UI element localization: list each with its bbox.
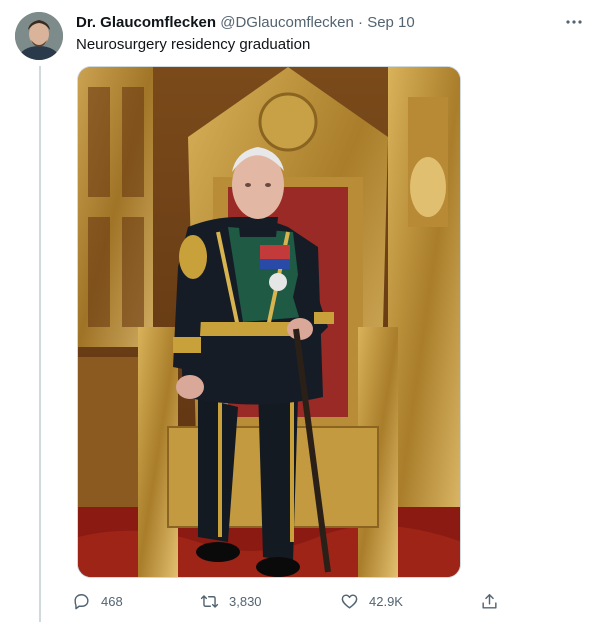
retweet-icon [200, 594, 219, 608]
like-icon [341, 593, 358, 609]
avatar[interactable] [15, 12, 63, 60]
author-handle[interactable]: @DGlaucomflecken [220, 14, 354, 31]
reply-button[interactable]: 468 [72, 588, 123, 614]
author-name[interactable]: Dr. Glaucomflecken [76, 14, 216, 31]
tweet-header: Dr. Glaucomflecken @DGlaucomflecken · Se… [76, 13, 558, 33]
meta-separator: · [358, 14, 364, 31]
retweet-button[interactable]: 3,830 [200, 588, 262, 614]
thread-line [39, 66, 41, 622]
tweet-date[interactable]: Sep 10 [367, 14, 415, 31]
tweet-photo[interactable] [77, 66, 461, 578]
reply-count: 468 [101, 593, 123, 609]
tweet-text: Neurosurgery residency graduation [76, 36, 311, 53]
share-button[interactable] [480, 588, 509, 614]
share-icon [482, 593, 497, 609]
retweet-count: 3,830 [229, 593, 262, 609]
like-button[interactable]: 42.9K [340, 588, 403, 614]
tweet-actions: 468 3,830 42.9K [72, 588, 512, 614]
like-count: 42.9K [369, 593, 403, 609]
reply-icon [74, 593, 89, 609]
more-icon[interactable] [562, 12, 586, 32]
